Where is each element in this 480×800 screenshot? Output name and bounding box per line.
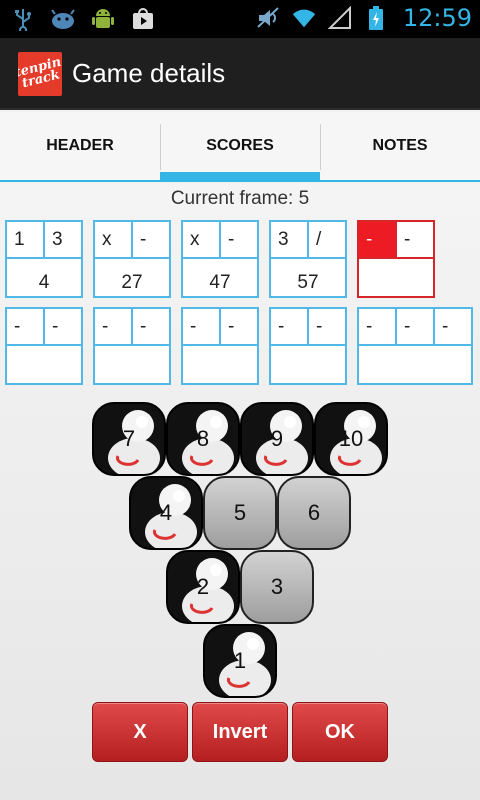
ball-box: - [131,222,169,257]
frame-total [7,346,81,383]
page-title: Game details [72,58,226,88]
frame-4[interactable]: 3 / 57 [269,220,347,298]
wifi-icon [291,5,317,31]
tab-notes[interactable]: NOTES [320,112,480,180]
pin-4-button[interactable]: 4 [129,476,203,550]
pin-label: 5 [233,500,247,525]
ball-box: - [219,309,257,344]
invert-button[interactable]: Invert [192,702,288,762]
pin-label: 1 [233,648,247,673]
pin-label: 3 [270,574,284,599]
ball-box: - [433,309,471,344]
pin-label: 2 [196,574,210,599]
frame-total: 4 [38,272,50,293]
scores-panel: Current frame: 5 13 4 x- 27 x- 47 3/ 57 … [0,184,480,800]
pin-8-button[interactable]: 8 [166,402,240,476]
current-frame-label: Current frame: 5 [170,188,310,209]
frame-total: 27 [121,272,143,293]
ball-box: - [102,315,109,337]
ball-box: x [102,228,112,250]
ball-box: x [190,228,200,250]
ball-box: - [43,309,81,344]
battery-charging-icon [363,5,389,31]
app-logo-text: tenpin track [18,54,62,92]
ball-box: - [219,222,257,257]
frame-total [95,346,169,383]
frame-10[interactable]: --- [357,307,473,385]
action-bar: tenpin track Game details [0,38,480,110]
frame-3[interactable]: x- 47 [181,220,259,298]
mute-icon [255,5,281,31]
ball-box: 3 [43,222,81,257]
pin-6-button[interactable]: 6 [277,476,351,550]
frame-5-current[interactable]: -- [357,220,435,298]
ball-box: - [278,315,285,337]
frames-row-1: 13 4 x- 27 x- 47 3/ 57 -- [5,220,435,298]
ball-box-selected[interactable]: - [359,222,395,257]
usb-icon [10,6,36,32]
frame-6[interactable]: -- [5,307,83,385]
pin-10-button[interactable]: 10 [314,402,388,476]
pin-label: 10 [338,426,364,451]
frame-total [271,346,345,383]
pin-1-button[interactable]: 1 [203,624,277,698]
frame-total: 57 [297,272,319,293]
ball-box: 1 [14,228,25,250]
pin-label: 7 [122,426,136,451]
app-logo[interactable]: tenpin track [18,52,62,96]
frame-total [359,346,471,383]
ball-box: - [395,309,433,344]
frame-8[interactable]: -- [181,307,259,385]
ball-box: - [131,309,169,344]
tab-scores[interactable]: SCORES [160,112,320,180]
ok-button[interactable]: OK [292,702,388,762]
frame-total [183,346,257,383]
frame-7[interactable]: -- [93,307,171,385]
tab-header[interactable]: HEADER [0,112,160,180]
frame-total: 47 [209,272,231,293]
ball-box[interactable]: - [395,222,433,257]
pin-7-button[interactable]: 7 [92,402,166,476]
ball-box: - [366,315,373,337]
ball-box: / [307,222,345,257]
pin-label: 6 [307,500,321,525]
pin-label: 8 [196,426,210,451]
ball-box: - [14,315,21,337]
ball-box: - [307,309,345,344]
tab-bar: HEADER SCORES NOTES [0,112,480,182]
ball-box: 3 [278,228,289,250]
frames-row-2: -- -- -- -- --- [5,307,473,385]
pin-3-button[interactable]: 3 [240,550,314,624]
frame-2[interactable]: x- 27 [93,220,171,298]
pin-label: 4 [159,500,173,525]
frame-total [359,259,433,296]
pin-label: 9 [270,426,284,451]
ball-box: - [190,315,197,337]
pin-9-button[interactable]: 9 [240,402,314,476]
status-bar: 12:59 [0,0,480,38]
pin-2-button[interactable]: 2 [166,550,240,624]
pin-5-button[interactable]: 5 [203,476,277,550]
clock: 12:59 [402,4,472,32]
play-store-icon [130,6,156,32]
signal-icon [327,5,353,31]
frame-9[interactable]: -- [269,307,347,385]
frame-1[interactable]: 13 4 [5,220,83,298]
strike-button[interactable]: X [92,702,188,762]
android-bug-icon [50,6,76,32]
android-robot-icon [90,6,116,32]
